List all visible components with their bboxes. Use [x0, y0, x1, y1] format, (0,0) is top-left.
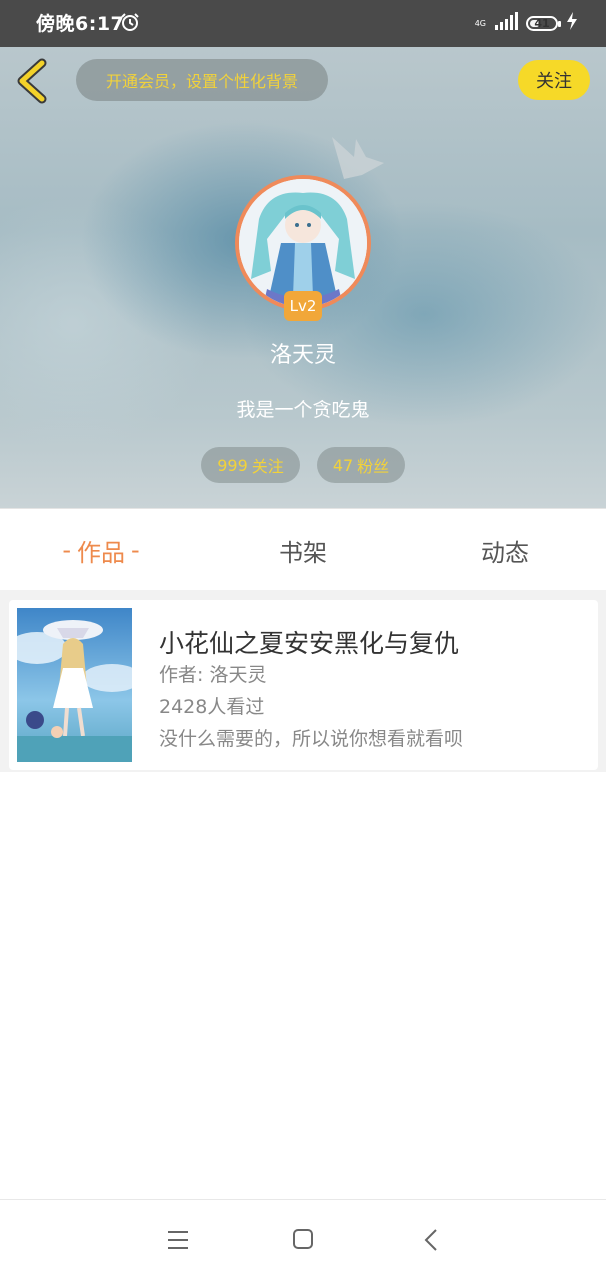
- tab-feed[interactable]: 动态: [404, 509, 606, 591]
- back-icon: [17, 58, 47, 104]
- system-nav-bar: [0, 1199, 606, 1280]
- fans-number: 47: [332, 455, 354, 475]
- level-badge: Lv2: [284, 291, 322, 321]
- tab-bookshelf[interactable]: 书架: [202, 509, 404, 591]
- menu-icon: [168, 1231, 188, 1249]
- following-label: 关注: [251, 457, 284, 476]
- status-time: 傍晚6:17: [36, 13, 125, 35]
- book-title: 小花仙之夏安安黑化与复仇: [159, 629, 460, 658]
- tab-works-label: 作品: [77, 538, 125, 567]
- following-count[interactable]: 999 关注: [201, 447, 300, 483]
- nav-back-button[interactable]: [420, 1226, 444, 1258]
- fans-label: 粉丝: [357, 457, 390, 476]
- status-bar: 傍晚6:17 4G 41: [0, 0, 606, 47]
- network-type: 4G: [474, 18, 486, 28]
- profile-header: 开通会员，设置个性化背景 关注 Lv2 洛天灵 我是一个贪吃鬼 999 关注 4…: [0, 47, 606, 508]
- follow-button[interactable]: 关注: [518, 60, 590, 100]
- tab-active-dash-left: -: [62, 536, 71, 564]
- back-nav-icon: [424, 1229, 437, 1251]
- fans-count[interactable]: 47 粉丝: [317, 447, 405, 483]
- tab-works[interactable]: - 作品 -: [0, 509, 202, 591]
- username: 洛天灵: [269, 343, 336, 368]
- tab-feed-label: 动态: [481, 538, 529, 567]
- book-card[interactable]: 小花仙之夏安安黑化与复仇 作者: 洛天灵 2428人看过 没什么需要的，所以说你…: [9, 600, 598, 770]
- status-indicators: 4G 41: [475, 12, 578, 34]
- avatar-image: [239, 179, 367, 307]
- back-button[interactable]: [12, 57, 56, 105]
- charging-icon: [566, 12, 578, 34]
- tab-bookshelf-label: 书架: [279, 538, 327, 567]
- menu-button[interactable]: [166, 1226, 190, 1258]
- signal-icon: [494, 12, 518, 34]
- book-views: 2428人看过: [159, 696, 265, 718]
- home-button[interactable]: [291, 1226, 315, 1258]
- alarm-icon: [120, 12, 140, 36]
- works-list: 小花仙之夏安安黑化与复仇 作者: 洛天灵 2428人看过 没什么需要的，所以说你…: [0, 590, 606, 772]
- book-author: 作者: 洛天灵: [159, 664, 267, 686]
- tab-active-dash-right: -: [131, 536, 140, 564]
- vip-banner[interactable]: 开通会员，设置个性化背景: [76, 59, 328, 101]
- book-cover: [17, 608, 132, 762]
- tab-bar: - 作品 - 书架 动态: [0, 508, 606, 590]
- book-description: 没什么需要的，所以说你想看就看呗: [159, 728, 464, 750]
- battery-icon: 41: [526, 15, 561, 31]
- following-number: 999: [217, 455, 248, 475]
- battery-cap: [558, 20, 561, 27]
- bio: 我是一个贪吃鬼: [236, 399, 370, 421]
- battery-percent: 41: [534, 16, 550, 30]
- home-icon: [293, 1229, 313, 1249]
